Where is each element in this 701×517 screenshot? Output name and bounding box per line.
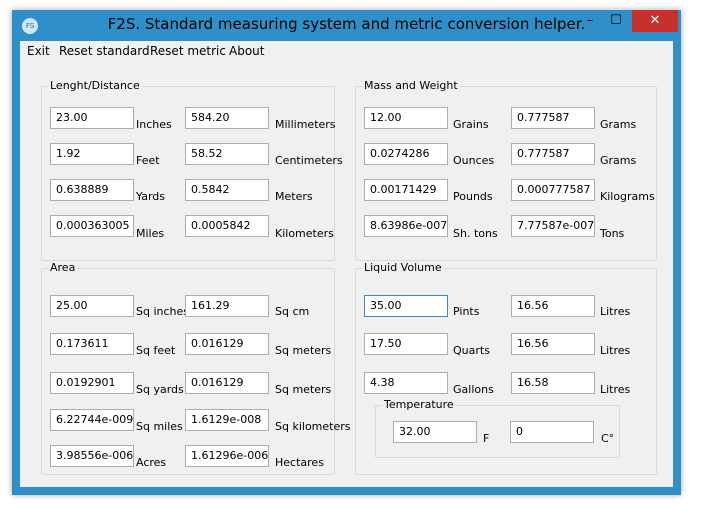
- yards-label: Yards: [136, 190, 165, 203]
- sq-meters-input-2[interactable]: 0.016129: [185, 372, 269, 394]
- pints-label: Pints: [453, 305, 480, 318]
- grams-label-1: Grams: [600, 118, 637, 131]
- length-group-title: Lenght/Distance: [48, 79, 142, 92]
- ounces-label: Ounces: [453, 154, 495, 167]
- meters-label: Meters: [275, 190, 313, 203]
- title-bar[interactable]: FS F2S. Standard measuring system and me…: [12, 10, 681, 42]
- sq-kilometers-input[interactable]: 1.6129e-008: [185, 409, 269, 431]
- quarts-label: Quarts: [453, 344, 490, 357]
- pints-input[interactable]: 35.00: [364, 295, 448, 317]
- ounces-input[interactable]: 0.0274286: [364, 143, 448, 165]
- tons-input[interactable]: 7.77587e-007: [511, 215, 595, 237]
- litres-label-2: Litres: [600, 344, 631, 357]
- grams-input-2[interactable]: 0.777587: [511, 143, 595, 165]
- hectares-input[interactable]: 1.61296e-006: [185, 445, 269, 467]
- temperature-group: Temperature 32.00 F 0 C°: [375, 398, 620, 458]
- liquid-group-title: Liquid Volume: [362, 261, 444, 274]
- yards-input[interactable]: 0.638889: [50, 179, 134, 201]
- app-window: FS F2S. Standard measuring system and me…: [12, 10, 681, 495]
- fahrenheit-label: F: [483, 432, 490, 445]
- grains-label: Grains: [453, 118, 489, 131]
- grains-input[interactable]: 12.00: [364, 107, 448, 129]
- gallons-input[interactable]: 4.38: [364, 372, 448, 394]
- litres-input-2[interactable]: 16.56: [511, 333, 595, 355]
- kilograms-label: Kilograms: [600, 190, 655, 203]
- sq-miles-input[interactable]: 6.22744e-009: [50, 409, 134, 431]
- menu-exit[interactable]: Exit: [27, 44, 50, 58]
- menu-reset-metric[interactable]: Reset metric: [150, 44, 226, 58]
- litres-label-3: Litres: [600, 383, 631, 396]
- minimize-button[interactable]: –: [578, 10, 602, 32]
- centimeters-input[interactable]: 58.52: [185, 143, 269, 165]
- pounds-label: Pounds: [453, 190, 493, 203]
- length-group: Lenght/Distance 23.00 Inches 584.20 Mill…: [41, 79, 343, 261]
- sq-cm-input[interactable]: 161.29: [185, 295, 269, 317]
- feet-input[interactable]: 1.92: [50, 143, 134, 165]
- fahrenheit-input[interactable]: 32.00: [393, 421, 477, 443]
- close-button[interactable]: ✕: [632, 10, 678, 32]
- centimeters-label: Centimeters: [275, 154, 343, 167]
- kilograms-input[interactable]: 0.000777587: [511, 179, 595, 201]
- sq-feet-input[interactable]: 0.173611: [50, 333, 134, 355]
- tons-label: Tons: [600, 227, 625, 240]
- sq-meters-label-1: Sq meters: [275, 344, 332, 357]
- sq-yards-label: Sq yards: [136, 383, 184, 396]
- short-tons-input[interactable]: 8.63986e-007: [364, 215, 448, 237]
- millimeters-label: Millimeters: [275, 118, 336, 131]
- liquid-group: Liquid Volume 35.00 Pints 16.56 Litres 1…: [355, 261, 657, 475]
- sq-kilometers-label: Sq kilometers: [275, 420, 351, 433]
- sq-inches-label: Sq inches: [136, 305, 190, 318]
- menu-reset-standard[interactable]: Reset standard: [59, 44, 150, 58]
- inches-label: Inches: [136, 118, 172, 131]
- client-area: Exit Reset standard Reset metric About L…: [20, 41, 673, 487]
- kilometers-label: Kilometers: [275, 227, 334, 240]
- feet-label: Feet: [136, 154, 160, 167]
- acres-input[interactable]: 3.98556e-006: [50, 445, 134, 467]
- celsius-label: C°: [601, 432, 615, 445]
- sq-miles-label: Sq miles: [136, 420, 183, 433]
- litres-input-3[interactable]: 16.58: [511, 372, 595, 394]
- area-group: Area 25.00 Sq inches 161.29 Sq cm 0.1736…: [41, 261, 351, 475]
- celsius-input[interactable]: 0: [510, 421, 594, 443]
- inches-input[interactable]: 23.00: [50, 107, 134, 129]
- hectares-label: Hectares: [275, 456, 324, 469]
- miles-input[interactable]: 0.000363005: [50, 215, 134, 237]
- litres-label-1: Litres: [600, 305, 631, 318]
- pounds-input[interactable]: 0.00171429: [364, 179, 448, 201]
- sq-inches-input[interactable]: 25.00: [50, 295, 134, 317]
- kilometers-input[interactable]: 0.0005842: [185, 215, 269, 237]
- grams-input-1[interactable]: 0.777587: [511, 107, 595, 129]
- grams-label-2: Grams: [600, 154, 637, 167]
- litres-input-1[interactable]: 16.56: [511, 295, 595, 317]
- sq-meters-label-2: Sq meters: [275, 383, 332, 396]
- quarts-input[interactable]: 17.50: [364, 333, 448, 355]
- sq-cm-label: Sq cm: [275, 305, 310, 318]
- sq-yards-input[interactable]: 0.0192901: [50, 372, 134, 394]
- miles-label: Miles: [136, 227, 165, 240]
- menu-about[interactable]: About: [229, 44, 264, 58]
- area-group-title: Area: [48, 261, 78, 274]
- sq-feet-label: Sq feet: [136, 344, 176, 357]
- meters-input[interactable]: 0.5842: [185, 179, 269, 201]
- sq-meters-input-1[interactable]: 0.016129: [185, 333, 269, 355]
- mass-group: Mass and Weight 12.00 Grains 0.777587 Gr…: [355, 79, 657, 261]
- short-tons-label: Sh. tons: [453, 227, 498, 240]
- acres-label: Acres: [136, 456, 167, 469]
- temperature-group-title: Temperature: [382, 398, 456, 411]
- menu-bar: Exit Reset standard Reset metric About: [20, 41, 673, 61]
- mass-group-title: Mass and Weight: [362, 79, 460, 92]
- millimeters-input[interactable]: 584.20: [185, 107, 269, 129]
- maximize-button[interactable]: ☐: [604, 10, 628, 32]
- gallons-label: Gallons: [453, 383, 494, 396]
